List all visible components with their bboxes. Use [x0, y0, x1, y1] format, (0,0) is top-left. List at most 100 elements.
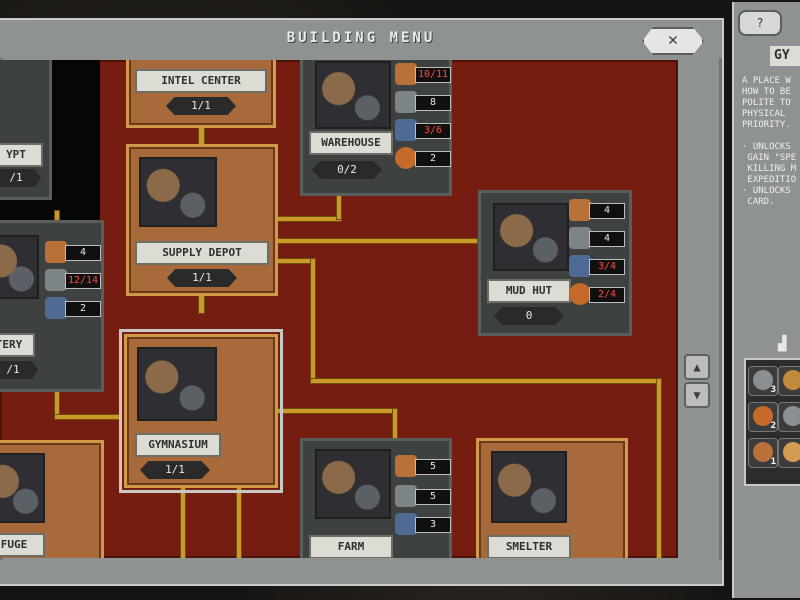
inventory-slot[interactable]: [778, 402, 800, 432]
building-count: /1: [0, 361, 38, 379]
road: [276, 258, 314, 264]
building-label: GYMNASIUM: [135, 433, 221, 457]
cost-value: 2/4: [589, 287, 625, 303]
scrollbar[interactable]: [680, 60, 716, 558]
window-bottom-frame: [0, 560, 722, 584]
food-icon: [395, 147, 417, 169]
cost-wood: 4: [45, 241, 101, 263]
building-card-intel-center[interactable]: INTEL CENTER 1/1: [126, 60, 276, 128]
cost-value: 5: [415, 459, 451, 475]
cost-value: 12/14: [65, 273, 101, 289]
building-image: [0, 453, 45, 523]
building-count: 1/1: [140, 461, 210, 479]
road: [236, 486, 242, 558]
stone-icon: [45, 269, 67, 291]
inventory-slot[interactable]: 2: [748, 402, 778, 432]
metal-icon: [569, 255, 591, 277]
cost-value: 3/4: [589, 259, 625, 275]
inventory-slot[interactable]: 1: [748, 438, 778, 468]
building-image: [491, 451, 567, 523]
close-icon: ✕: [667, 30, 679, 50]
wood-icon: [45, 241, 67, 263]
building-label: SMELTER: [487, 535, 571, 558]
building-card-farm[interactable]: FARM 5 5 3: [300, 438, 452, 558]
cost-wood: 5: [395, 455, 451, 477]
close-button[interactable]: ✕: [642, 27, 704, 55]
building-card-smelter[interactable]: SMELTER: [476, 438, 628, 558]
building-menu-window: BUILDING MENU ✕ INTEL CENTER 1/1 YPT /1 …: [0, 18, 724, 586]
metal-icon: [45, 297, 67, 319]
building-label: SUPPLY DEPOT: [135, 241, 269, 265]
road: [276, 238, 478, 244]
slot-count: 3: [770, 385, 776, 395]
building-count: 1/1: [167, 269, 237, 287]
food-icon: [569, 283, 591, 305]
building-count: 0/2: [312, 161, 382, 179]
building-card-mud-hut[interactable]: MUD HUT 0 4 4 3/4 2/4: [478, 190, 632, 336]
slot-count: 1: [770, 457, 776, 467]
building-image: [493, 203, 569, 271]
help-tab[interactable]: ?: [738, 10, 782, 36]
road: [392, 408, 398, 440]
slot-count: 2: [770, 421, 776, 431]
cost-stone: 5: [395, 485, 451, 507]
cost-value: 8: [415, 95, 451, 111]
wood-icon: [569, 199, 591, 221]
building-map[interactable]: INTEL CENTER 1/1 YPT /1 SUPPLY DEPOT 1/1…: [0, 60, 678, 558]
road: [656, 378, 662, 558]
building-card-cemetery[interactable]: TERY /1 4 12/14 2: [0, 220, 104, 392]
cost-metal: 3/4: [569, 255, 625, 277]
cost-wood: 10/11: [395, 63, 451, 85]
cost-wood: 4: [569, 199, 625, 221]
window-title: BUILDING MENU: [286, 30, 436, 46]
cost-food: 2: [395, 147, 451, 169]
building-image: [0, 235, 39, 299]
building-card-warehouse[interactable]: WAREHOUSE 0/2 10/11 8 3/6 2: [300, 60, 452, 196]
cost-value: 5: [415, 489, 451, 505]
cost-stone: 8: [395, 91, 451, 113]
road: [310, 258, 316, 384]
cost-value: 2: [415, 151, 451, 167]
inventory-slot[interactable]: 3: [748, 366, 778, 396]
building-card-crypt[interactable]: YPT /1: [0, 60, 52, 200]
building-label: MUD HUT: [487, 279, 571, 303]
cost-value: 4: [589, 231, 625, 247]
cost-value: 2: [65, 301, 101, 317]
cost-value: 4: [65, 245, 101, 261]
detail-title: GY: [770, 46, 800, 66]
stone-icon: [395, 91, 417, 113]
scroll-up-button[interactable]: ▲: [684, 354, 710, 380]
road: [54, 414, 122, 420]
metal-icon: [395, 119, 417, 141]
resource-icon: [783, 442, 800, 462]
building-card-supply-depot[interactable]: SUPPLY DEPOT 1/1: [126, 144, 278, 296]
chevron-up-icon: ▲: [693, 360, 701, 374]
building-label: YPT: [0, 143, 43, 167]
building-count: 1/1: [166, 97, 236, 115]
cost-metal: 3/6: [395, 119, 451, 141]
cost-food: 2/4: [569, 283, 625, 305]
inventory-slot[interactable]: [778, 366, 800, 396]
building-image: [137, 347, 217, 421]
building-card-gymnasium[interactable]: GYMNASIUM 1/1: [119, 329, 283, 493]
building-label: FARM: [309, 535, 393, 558]
road: [180, 486, 186, 558]
inventory-grid: 3 2 1: [744, 358, 800, 486]
wood-icon: [395, 63, 417, 85]
building-label: TERY: [0, 333, 35, 357]
resource-icon: [783, 406, 800, 426]
road: [276, 408, 398, 414]
resource-icon: [783, 370, 800, 390]
building-icon: ▟: [778, 336, 787, 352]
cost-metal: 2: [45, 297, 101, 319]
road: [310, 378, 662, 384]
building-label: FUGE: [0, 533, 45, 557]
scroll-down-button[interactable]: ▼: [684, 382, 710, 408]
stone-icon: [569, 227, 591, 249]
road: [276, 216, 342, 222]
building-image: [315, 449, 391, 519]
inventory-slot[interactable]: [778, 438, 800, 468]
building-detail-panel: ? GY A PLACE W HOW TO BE POLITE TO PHYSI…: [732, 2, 800, 598]
building-card-refuge[interactable]: FUGE: [0, 440, 104, 558]
cost-stone: 12/14: [45, 269, 101, 291]
